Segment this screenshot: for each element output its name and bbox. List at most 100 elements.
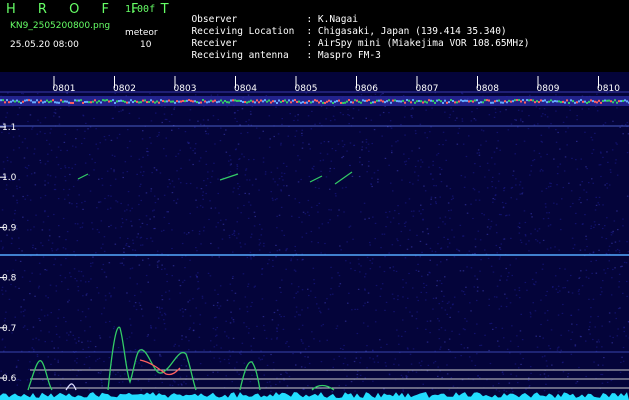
carrier-pixel — [352, 101, 354, 104]
noise-dot — [108, 134, 110, 137]
noise-dot — [196, 250, 198, 252]
noise-dot — [81, 341, 83, 343]
noise-dot — [402, 376, 404, 378]
noise-dot — [19, 260, 22, 262]
noise-dot — [89, 326, 91, 328]
noise-dot — [588, 298, 590, 300]
carrier-pixel — [30, 99, 32, 102]
noise-dot — [46, 383, 49, 385]
noise-dot — [547, 186, 550, 188]
noise-dot — [51, 340, 53, 342]
noise-dot — [602, 227, 604, 230]
noise-dot — [592, 338, 594, 341]
carrier-pixel — [616, 101, 618, 104]
noise-dot — [129, 277, 131, 279]
noise-dot — [622, 225, 624, 227]
noise-dot — [236, 168, 238, 170]
carrier-pixel — [390, 101, 392, 104]
noise-dot — [122, 172, 124, 174]
noise-dot — [134, 294, 136, 297]
noise-dot — [495, 244, 498, 247]
noise-dot — [98, 357, 101, 359]
noise-dot — [219, 305, 222, 307]
noise-dot — [134, 249, 137, 251]
noise-dot — [301, 129, 303, 131]
noise-dot — [373, 129, 376, 131]
noise-dot — [280, 316, 282, 318]
carrier-pixel — [160, 99, 162, 102]
noise-dot — [567, 376, 569, 378]
noise-dot — [276, 215, 278, 217]
noise-dot — [89, 126, 92, 128]
noise-dot — [360, 357, 362, 359]
noise-dot — [146, 335, 149, 337]
noise-dot — [149, 218, 151, 220]
noise-dot — [301, 324, 304, 326]
carrier-pixel — [364, 99, 366, 102]
noise-dot — [183, 358, 185, 361]
noise-dot — [444, 309, 447, 311]
noise-dot — [300, 339, 303, 341]
noise-dot — [47, 239, 50, 241]
noise-dot — [34, 248, 37, 250]
noise-dot — [606, 182, 608, 185]
noise-dot — [97, 292, 100, 294]
noise-dot — [147, 281, 149, 283]
noise-dot — [605, 252, 608, 255]
noise-dot — [538, 228, 541, 230]
noise-dot — [75, 138, 77, 140]
noise-dot — [127, 129, 129, 131]
noise-dot — [451, 229, 453, 231]
noise-dot — [301, 221, 303, 223]
noise-dot — [212, 371, 214, 373]
noise-dot — [461, 120, 464, 122]
noise-dot — [383, 233, 386, 235]
noise-dot — [189, 276, 192, 278]
noise-dot — [307, 356, 309, 358]
noise-dot — [425, 243, 428, 245]
noise-dot — [380, 288, 382, 290]
noise-dot — [179, 309, 182, 311]
noise-dot — [250, 349, 253, 351]
noise-dot — [444, 223, 446, 225]
noise-dot — [617, 328, 619, 330]
carrier-pixel — [538, 101, 540, 104]
carrier-pixel — [318, 101, 320, 104]
noise-dot — [375, 284, 378, 287]
noise-dot — [364, 276, 366, 278]
carrier-pixel — [604, 99, 606, 102]
noise-dot — [179, 376, 182, 378]
noise-dot — [181, 242, 184, 245]
noise-dot — [243, 362, 246, 364]
noise-dot — [476, 107, 478, 110]
noise-dot — [562, 121, 565, 123]
noise-dot — [276, 338, 278, 340]
noise-dot — [72, 185, 75, 188]
carrier-pixel — [504, 100, 506, 103]
noise-dot — [278, 214, 281, 216]
noise-dot — [601, 373, 604, 376]
carrier-pixel — [36, 99, 38, 102]
noise-dot — [489, 362, 492, 365]
noise-dot — [459, 224, 462, 226]
noise-dot — [357, 258, 360, 260]
noise-dot — [40, 309, 43, 311]
noise-dot — [585, 340, 587, 342]
noise-dot — [389, 221, 392, 223]
noise-dot — [411, 370, 414, 372]
noise-dot — [14, 316, 16, 318]
noise-dot — [611, 342, 613, 344]
noise-dot — [320, 142, 322, 144]
noise-dot — [26, 194, 29, 197]
noise-dot — [365, 273, 367, 275]
noise-dot — [84, 330, 86, 332]
noise-dot — [392, 266, 395, 268]
noise-dot — [380, 346, 382, 348]
noise-dot — [442, 131, 445, 133]
noise-dot — [248, 179, 251, 181]
noise-dot — [105, 276, 108, 278]
noise-dot — [594, 224, 597, 226]
noise-dot — [138, 158, 141, 160]
noise-dot — [395, 141, 397, 143]
noise-dot — [559, 148, 561, 150]
